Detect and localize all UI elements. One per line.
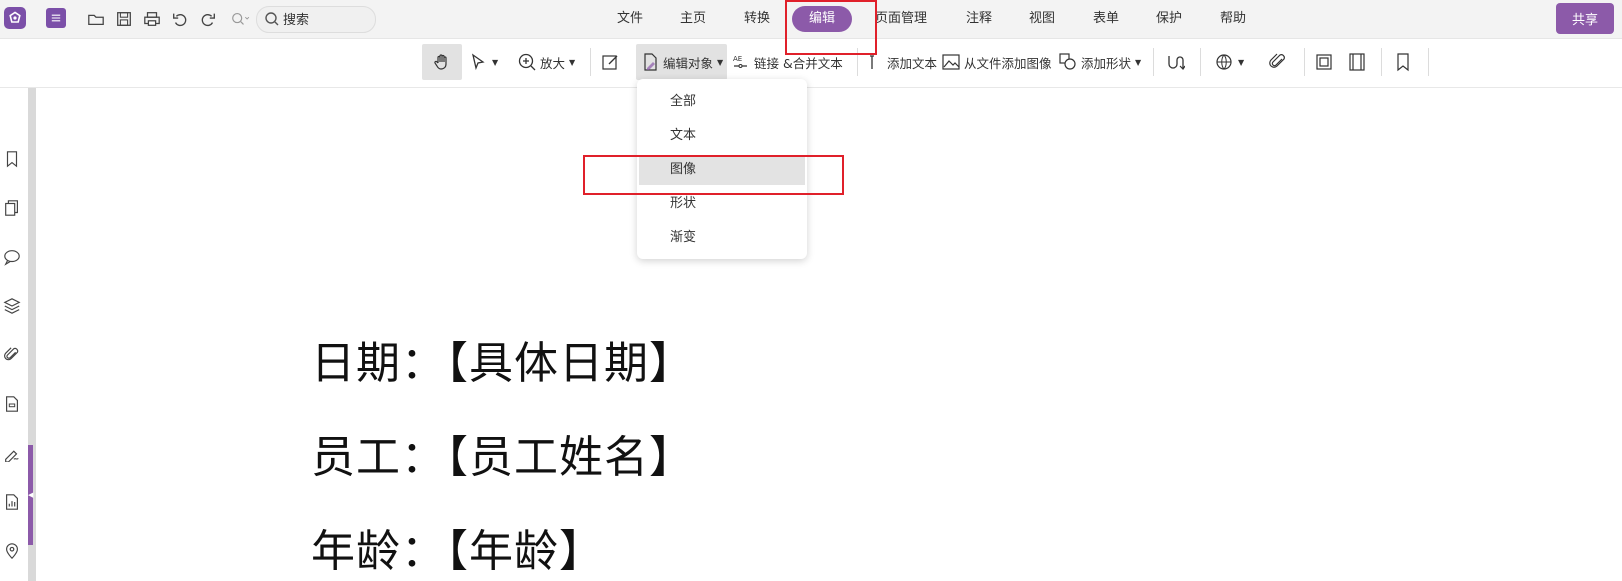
- zoom-in-icon: [518, 53, 536, 71]
- edit-text-icon: [602, 55, 618, 70]
- link-merge-icon: AE: [733, 55, 747, 68]
- attachment-button[interactable]: [1268, 44, 1288, 80]
- separator: [1153, 48, 1154, 76]
- chevron-down-icon: ▼: [1135, 57, 1142, 67]
- redo-icon[interactable]: [196, 7, 220, 31]
- dropdown-item-all[interactable]: 全部: [639, 87, 805, 117]
- chevron-down-icon: ▼: [1238, 57, 1245, 67]
- add-text-icon: [870, 55, 874, 69]
- bookmark-icon: [1397, 53, 1409, 72]
- undo-icon[interactable]: [168, 7, 192, 31]
- layers-icon[interactable]: [1, 295, 23, 317]
- edit-object-label: 编辑对象: [663, 55, 714, 71]
- add-text-button[interactable]: 添加文本: [864, 44, 937, 80]
- search-icon: [265, 12, 279, 26]
- separator: [1428, 48, 1429, 76]
- print-icon[interactable]: [140, 7, 164, 31]
- tab-form[interactable]: 表单: [1086, 6, 1126, 32]
- document-line-age: 年龄：【年龄】: [311, 526, 604, 577]
- link-merge-label: 链接 &合并文本: [754, 55, 843, 71]
- add-image-from-file-button[interactable]: 从文件添加图像: [941, 44, 1052, 80]
- dropdown-item-image[interactable]: 图像: [639, 155, 805, 185]
- edit-text-button[interactable]: [600, 44, 620, 80]
- separator: [590, 48, 591, 76]
- zoom-label: 放大: [540, 55, 566, 71]
- chevron-down-icon: ▼: [569, 57, 576, 67]
- crop-icon: [1316, 54, 1332, 70]
- chevron-left-icon: ◀: [28, 491, 34, 499]
- video-button[interactable]: [1347, 44, 1367, 80]
- pages-icon[interactable]: [1, 197, 23, 219]
- link-merge-text-button[interactable]: AE 链接 &合并文本: [731, 44, 843, 80]
- search-input[interactable]: [281, 9, 371, 31]
- select-tool-button[interactable]: ▼: [468, 44, 498, 80]
- tab-help[interactable]: 帮助: [1213, 6, 1253, 32]
- select-arrow-icon: [471, 53, 485, 71]
- chevron-down-icon: ▼: [717, 57, 724, 67]
- menu-icon[interactable]: [46, 8, 66, 28]
- edit-object-icon: [644, 53, 657, 71]
- document-line-employee: 员工：【员工姓名】: [311, 432, 694, 483]
- tab-convert[interactable]: 转换: [737, 6, 777, 32]
- dropdown-item-text[interactable]: 文本: [639, 121, 805, 151]
- crop-button[interactable]: [1314, 44, 1334, 80]
- add-image-icon: [942, 54, 960, 70]
- attachment-icon[interactable]: [1, 344, 23, 366]
- signature-icon[interactable]: [1, 442, 23, 464]
- edit-object-dropdown: 全部 文本 图像 形状 渐变: [637, 79, 807, 259]
- add-shape-button[interactable]: 添加形状 ▼: [1058, 44, 1141, 80]
- comments-icon[interactable]: [1, 246, 23, 268]
- bookmark-button[interactable]: [1393, 44, 1413, 80]
- tab-page-manage[interactable]: 页面管理: [869, 6, 933, 32]
- chevron-down-icon: ▼: [492, 57, 499, 67]
- save-icon[interactable]: [112, 7, 136, 31]
- form-icon[interactable]: [1, 393, 23, 415]
- hand-tool-button[interactable]: [422, 44, 462, 80]
- dropdown-item-shape[interactable]: 形状: [639, 189, 805, 219]
- tab-comment[interactable]: 注释: [959, 6, 999, 32]
- app-logo-icon[interactable]: [4, 7, 26, 29]
- web-link-button[interactable]: ▼: [1214, 44, 1244, 80]
- share-button[interactable]: 共享: [1556, 3, 1614, 34]
- path-icon: [1168, 56, 1185, 70]
- add-shape-icon: [1059, 53, 1076, 70]
- menu-bar: 文件 主页 转换 编辑 页面管理 注释 视图 表单 保护 帮助 共享: [0, 0, 1622, 39]
- hand-icon: [434, 54, 447, 70]
- attachment-icon: [1269, 53, 1285, 68]
- open-folder-icon[interactable]: [84, 7, 108, 31]
- bookmark-icon[interactable]: [1, 148, 23, 170]
- tab-protect[interactable]: 保护: [1149, 6, 1189, 32]
- tab-file[interactable]: 文件: [610, 6, 650, 32]
- tab-home[interactable]: 主页: [673, 6, 713, 32]
- zoom-dropdown-icon[interactable]: [226, 7, 252, 31]
- path-tool-button[interactable]: [1165, 44, 1185, 80]
- separator: [857, 48, 858, 76]
- web-link-icon: [1216, 54, 1232, 70]
- add-image-label: 从文件添加图像: [964, 55, 1052, 71]
- separator: [1304, 48, 1305, 76]
- report-icon[interactable]: [1, 491, 23, 513]
- location-icon[interactable]: [1, 540, 23, 562]
- edit-toolbar: ▼ 放大 ▼ 编辑对象 ▼ AE 链接 &合并文本 添加文本 从文件添加图像 添…: [0, 39, 1622, 88]
- svg-text:AE: AE: [733, 55, 742, 63]
- tab-view[interactable]: 视图: [1022, 6, 1062, 32]
- search-box[interactable]: [256, 6, 376, 33]
- document-line-date: 日期：【具体日期】: [311, 338, 694, 389]
- edit-object-button[interactable]: 编辑对象 ▼: [636, 44, 728, 80]
- zoom-in-button[interactable]: 放大 ▼: [517, 44, 575, 80]
- tab-edit[interactable]: 编辑: [792, 6, 852, 32]
- separator: [1200, 48, 1201, 76]
- dropdown-item-gradient[interactable]: 渐变: [639, 223, 805, 253]
- separator: [1381, 48, 1382, 76]
- video-icon: [1349, 53, 1365, 71]
- add-text-label: 添加文本: [887, 55, 938, 71]
- add-shape-label: 添加形状: [1081, 55, 1132, 71]
- left-sidebar: [0, 88, 28, 581]
